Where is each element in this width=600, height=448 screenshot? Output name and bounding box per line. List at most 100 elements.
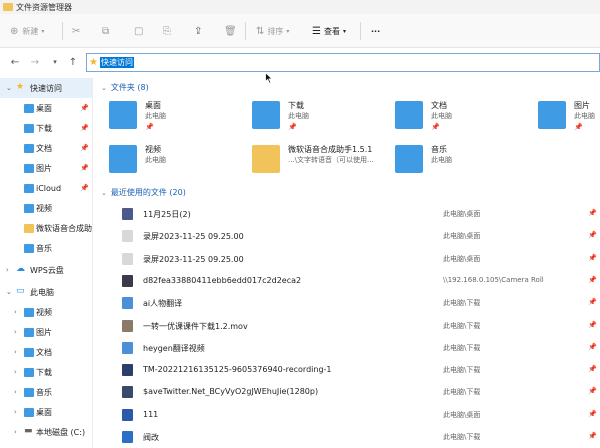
chevron-right-icon[interactable]: › — [14, 308, 17, 316]
view-button[interactable]: ☰ 查看 ▾ — [312, 22, 346, 40]
sidebar-item-4[interactable]: iCloud 📌 — [0, 178, 92, 198]
sidebar-item-pc-0[interactable]: › 视频 — [0, 302, 92, 322]
sidebar-item-3[interactable]: 图片 📌 — [0, 158, 92, 178]
address-bar[interactable]: ★ 快速访问 — [86, 53, 600, 72]
content-pane: ⌄ 文件夹 (8) 桌面 此电脑 📌 下载 此电脑 📌 文档 此电脑 📌 图片 此电脑 📌 视频 此电脑 微软语… — [93, 78, 600, 448]
recent-locations-button[interactable]: ▾ — [48, 55, 62, 69]
pin-icon: 📌 — [288, 123, 297, 131]
more-options-button[interactable]: ··· — [371, 22, 380, 40]
sidebar-item-pc-5[interactable]: › 桌面 — [0, 402, 92, 422]
pin-icon: 📌 — [588, 209, 597, 217]
mouse-cursor-icon — [265, 72, 273, 84]
pin-icon: 📌 — [80, 164, 89, 172]
file-name: TM-20221216135125-9605376940-recording-1 — [143, 365, 332, 375]
folder-icon — [24, 244, 34, 253]
star-icon: ★ — [89, 57, 98, 68]
file-name: 录屏2023-11-25 09.25.00 — [143, 232, 244, 242]
sidebar-item-1[interactable]: 下载 📌 — [0, 118, 92, 138]
sidebar-item-this-pc[interactable]: ⌄ ▭ 此电脑 — [0, 282, 92, 302]
chevron-down-icon[interactable]: ⌄ — [101, 189, 107, 197]
chevron-down-icon[interactable]: ⌄ — [101, 84, 107, 92]
recent-file-row[interactable]: 阀改 此电脑\下载 📌 — [118, 426, 600, 448]
chevron-down-icon[interactable]: ⌄ — [6, 288, 12, 296]
file-location: 此电脑\下载 — [443, 366, 481, 375]
section-label: 文件夹 (8) — [110, 83, 149, 92]
folder-location: 此电脑 — [431, 112, 452, 120]
sidebar-item-5[interactable]: 视频 — [0, 198, 92, 218]
sidebar-item-0[interactable]: 桌面 📌 — [0, 98, 92, 118]
file-name: 录屏2023-11-25 09.25.00 — [143, 254, 244, 264]
folder-icon — [3, 3, 13, 11]
recent-file-row[interactable]: $aveTwitter.Net_BCyVyO2gJWEhuJie(1280p) 此… — [118, 381, 600, 403]
rename-button[interactable]: ⎘ — [163, 22, 171, 40]
file-icon — [122, 208, 133, 220]
folder-tile[interactable]: 视频 此电脑 — [101, 140, 244, 180]
chevron-right-icon[interactable]: › — [14, 328, 17, 336]
chevron-right-icon[interactable]: › — [14, 408, 17, 416]
recent-file-row[interactable]: 一转一优课课件下载1.2.mov 此电脑\下载 📌 — [118, 315, 600, 337]
file-name: 111 — [143, 409, 159, 419]
sidebar-item-7[interactable]: 音乐 — [0, 238, 92, 258]
up-button[interactable]: ↑ — [66, 55, 80, 69]
sidebar-item-6[interactable]: 微软语音合成助 — [0, 218, 92, 238]
new-button[interactable]: ⊕ 新建 ▾ — [10, 22, 44, 40]
sidebar-item-quick-access[interactable]: ⌄ ★ 快速访问 — [0, 78, 92, 98]
chevron-down-icon[interactable]: ⌄ — [6, 84, 12, 92]
sidebar-item-pc-4[interactable]: › 音乐 — [0, 382, 92, 402]
file-location: 此电脑\下载 — [443, 343, 481, 352]
folder-icon — [109, 101, 137, 129]
chevron-right-icon[interactable]: › — [6, 266, 9, 274]
sidebar-item-label: 下载 — [36, 367, 52, 377]
folder-tile[interactable]: 桌面 此电脑 📌 — [101, 96, 244, 136]
folder-tile[interactable]: 文档 此电脑 📌 — [387, 96, 530, 136]
recent-file-row[interactable]: TM-20221216135125-9605376940-recording-1… — [118, 359, 600, 381]
recent-file-row[interactable]: d82fea33880411ebb6edd017c2d2eca2 \\192.16… — [118, 270, 600, 292]
sidebar-item-pc-3[interactable]: › 下载 — [0, 362, 92, 382]
copy-button[interactable]: ⧉ — [102, 22, 109, 40]
sidebar-item-pc-1[interactable]: › 图片 — [0, 322, 92, 342]
chevron-right-icon[interactable]: › — [14, 388, 17, 396]
recent-file-row[interactable]: heygen翻译视频 此电脑\下载 📌 — [118, 337, 600, 359]
folder-icon — [24, 164, 34, 173]
sidebar-item-label: 音乐 — [36, 387, 52, 397]
folders-section-header[interactable]: ⌄ 文件夹 (8) — [101, 82, 149, 93]
sidebar-item-pc-6[interactable]: › ▬ 本地磁盘 (C:) — [0, 422, 92, 442]
chevron-right-icon[interactable]: › — [14, 368, 17, 376]
recent-file-row[interactable]: ai人物翻译 此电脑\下载 📌 — [118, 292, 600, 314]
recent-file-row[interactable]: 111 此电脑\桌面 📌 — [118, 404, 600, 426]
sidebar-item-label: 此电脑 — [30, 287, 54, 297]
pin-icon: 📌 — [588, 409, 597, 418]
cut-button[interactable]: ✂ — [72, 22, 80, 40]
file-explorer-window: 文件资源管理器 ⊕ 新建 ▾ ✂ ⧉ ▢ ⎘ ⇪ 🗑 ⇅ 排序 ▾ ☰ 查看 ▾… — [0, 0, 600, 448]
recent-file-row[interactable]: 11月25日(2) 此电脑\桌面 📌 — [118, 203, 600, 225]
share-button[interactable]: ⇪ — [194, 22, 202, 40]
file-location: 此电脑\下载 — [443, 433, 481, 441]
paste-button[interactable]: ▢ — [134, 22, 143, 40]
arrow-left-icon: ← — [10, 56, 20, 68]
toolbar-divider — [360, 22, 361, 40]
chevron-right-icon[interactable]: › — [14, 428, 17, 436]
folder-tile[interactable]: 下载 此电脑 📌 — [244, 96, 387, 136]
folder-name: 微软语音合成助手1.5.1 — [288, 145, 373, 154]
pin-icon: 📌 — [588, 320, 597, 329]
rename-icon: ⎘ — [163, 25, 171, 37]
recent-file-row[interactable]: 录屏2023-11-25 09.25.00 此电脑\桌面 📌 — [118, 225, 600, 247]
sidebar-item-wps[interactable]: › ☁ WPS云盘 — [0, 260, 92, 280]
folder-icon — [24, 328, 34, 337]
delete-button[interactable]: 🗑 — [224, 22, 237, 40]
recent-file-row[interactable]: 录屏2023-11-25 09.25.00 此电脑\桌面 📌 — [118, 248, 600, 270]
sidebar-item-2[interactable]: 文档 📌 — [0, 138, 92, 158]
pin-icon: 📌 — [588, 432, 597, 440]
back-button[interactable]: ← — [8, 55, 22, 69]
pin-icon: 📌 — [588, 387, 597, 396]
recent-files-section-header[interactable]: ⌄ 最近使用的文件 (20) — [101, 187, 186, 198]
sort-button[interactable]: ⇅ 排序 ▾ — [256, 22, 289, 40]
address-text[interactable]: 快速访问 — [99, 57, 134, 68]
folder-tile[interactable]: 图片 此电脑 📌 — [530, 96, 600, 136]
file-icon — [122, 431, 133, 443]
forward-button[interactable]: → — [28, 55, 42, 69]
folder-tile[interactable]: 音乐 此电脑 — [387, 140, 530, 180]
sidebar-item-pc-2[interactable]: › 文档 — [0, 342, 92, 362]
chevron-right-icon[interactable]: › — [14, 348, 17, 356]
folder-tile[interactable]: 微软语音合成助手1.5.1 ...\文字转语音（可以使用... — [244, 140, 387, 180]
